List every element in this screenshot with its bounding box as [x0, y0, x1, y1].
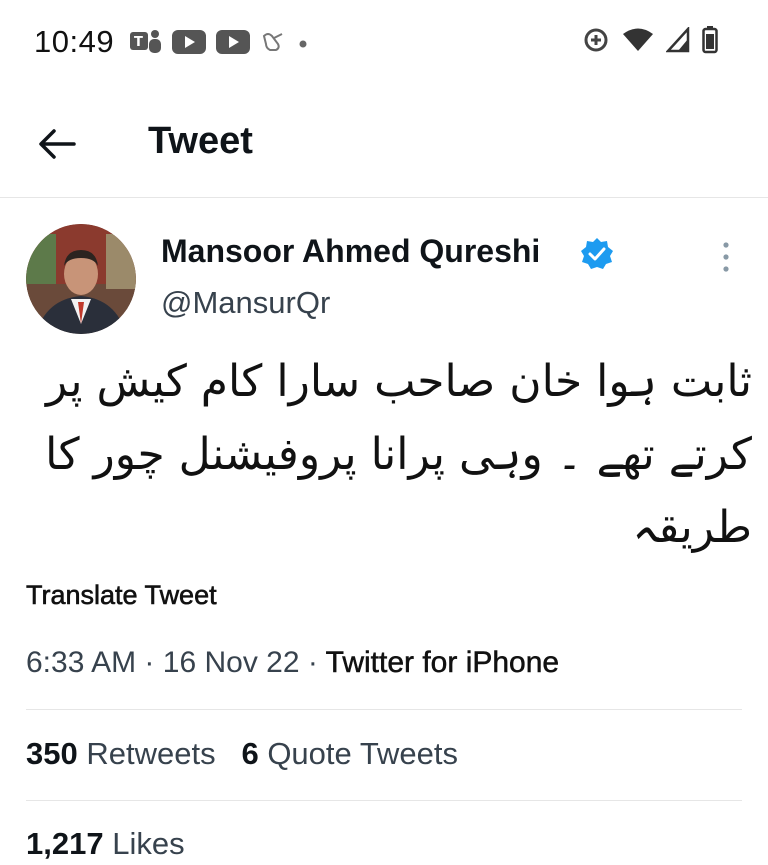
tweet-text: ثابت ہوا خان صاحب سارا کام کیش پر کرتے ت…	[45, 356, 752, 553]
divider	[26, 709, 742, 710]
dot-icon	[298, 36, 308, 54]
system-icons	[582, 25, 718, 59]
top-app-bar: Tweet	[0, 88, 768, 198]
author-avatar[interactable]	[26, 224, 136, 334]
data-saver-icon	[582, 26, 610, 59]
svg-text:T: T	[134, 35, 143, 50]
divider	[26, 800, 742, 801]
author-handle[interactable]: @MansurQr	[161, 285, 330, 321]
accessibility-icon	[260, 30, 288, 59]
battery-icon	[702, 26, 718, 59]
teams-icon: T	[130, 28, 162, 61]
engagement-stats: 350 Retweets 6 Quote Tweets	[26, 736, 458, 772]
author-name[interactable]: Mansoor Ahmed Qureshi	[161, 233, 540, 270]
tweet-meta: 6:33 AM · 16 Nov 22 · Twitter for iPhone	[26, 646, 559, 680]
quotes-label: Quote Tweets	[267, 736, 459, 771]
arrow-left-icon	[39, 129, 76, 159]
youtube-icon	[216, 30, 250, 59]
meta-separator: ·	[144, 646, 155, 679]
status-time: 10:49	[34, 24, 115, 59]
likes-label: Likes	[112, 826, 185, 861]
likes-stats: 1,217 Likes	[26, 826, 185, 862]
retweets-label: Retweets	[86, 736, 216, 771]
wifi-icon	[622, 27, 654, 58]
likes-count: 1,217	[26, 826, 104, 861]
status-bar: 10:49 T	[0, 0, 768, 88]
retweets-stat[interactable]: 350 Retweets	[26, 736, 216, 771]
back-button[interactable]	[36, 124, 80, 164]
notification-icons: T	[130, 28, 308, 61]
youtube-icon	[172, 30, 206, 59]
more-vertical-icon	[723, 242, 729, 272]
tweet-source-link[interactable]: Twitter for iPhone	[325, 646, 559, 680]
tweet-date: 16 Nov 22	[162, 646, 300, 679]
translate-tweet-link[interactable]: Translate Tweet	[26, 580, 217, 611]
tweet-time: 6:33 AM	[26, 646, 137, 679]
meta-separator: ·	[307, 646, 318, 679]
quote-tweets-stat[interactable]: 6 Quote Tweets	[241, 736, 458, 771]
page-title: Tweet	[148, 120, 253, 162]
more-options-button[interactable]	[714, 240, 738, 274]
signal-icon	[665, 25, 690, 58]
quotes-count: 6	[241, 736, 259, 771]
verified-badge-icon	[580, 237, 614, 271]
retweets-count: 350	[26, 736, 78, 771]
likes-stat[interactable]: 1,217 Likes	[26, 826, 185, 861]
